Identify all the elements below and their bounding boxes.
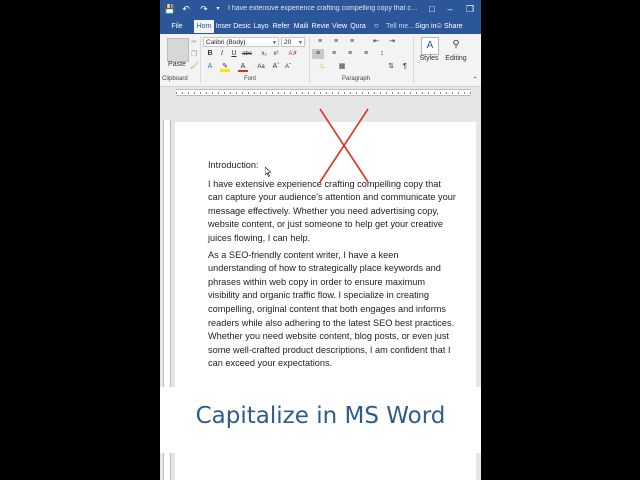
tab-home[interactable]: Hom xyxy=(194,20,214,33)
share-button[interactable]: Share xyxy=(444,20,463,33)
font-color-icon[interactable]: A xyxy=(238,62,248,72)
tab-mailings[interactable]: Maili xyxy=(292,20,310,33)
tab-file[interactable]: File xyxy=(166,20,188,33)
line-spacing-icon[interactable]: ↕ xyxy=(376,49,388,59)
paste-button[interactable]: Paste xyxy=(163,60,191,70)
increase-indent-icon[interactable]: ⇥ xyxy=(386,37,398,47)
document-body[interactable]: Introduction: I have extensive experienc… xyxy=(208,159,456,374)
styles-button[interactable]: Styles xyxy=(416,54,442,64)
ribbon-tabs: File Hom Inser Desic Layo Refer Maili Re… xyxy=(160,19,481,34)
tab-references[interactable]: Refer xyxy=(271,20,291,33)
copy-icon[interactable]: ❐ xyxy=(190,50,198,60)
font-group-label: Font xyxy=(244,76,257,82)
bullets-icon[interactable]: ≡ xyxy=(314,37,326,47)
minimize-icon[interactable]: – xyxy=(442,2,458,16)
clipboard-icon[interactable] xyxy=(167,38,189,62)
font-size-value: 20 xyxy=(284,39,292,46)
window-title: I have extensive experience crafting com… xyxy=(228,5,418,12)
highlight-icon[interactable]: ✎ xyxy=(220,62,230,72)
tab-layout[interactable]: Layo xyxy=(252,20,270,33)
numbering-icon[interactable]: ≡ xyxy=(330,37,342,47)
sort-icon[interactable]: ⇅ xyxy=(386,62,396,72)
caption-banner: Capitalize in MS Word xyxy=(160,387,481,453)
styles-icon[interactable]: A xyxy=(421,37,439,55)
collapse-ribbon-icon[interactable]: ⌃ xyxy=(471,75,479,85)
clipboard-group-label: Clipboard xyxy=(162,76,188,82)
text-effects-icon[interactable]: A xyxy=(206,62,214,72)
grow-font-icon[interactable]: Aˆ xyxy=(272,62,280,72)
strikethrough-icon[interactable]: abc xyxy=(242,49,252,59)
document-paragraph[interactable]: As a SEO-friendly content writer, I have… xyxy=(208,249,456,371)
italic-button[interactable]: I xyxy=(218,49,226,59)
font-name-combo[interactable]: Calibri (Body) ▼ xyxy=(203,37,279,47)
tell-me-search[interactable]: Tell me... xyxy=(386,20,414,33)
separator xyxy=(309,37,310,83)
shrink-font-icon[interactable]: Aˇ xyxy=(284,62,292,72)
font-name-value: Calibri (Body) xyxy=(206,39,246,46)
save-icon[interactable]: 💾 xyxy=(164,3,176,15)
person-icon: ☺ xyxy=(435,21,444,30)
subscript-icon[interactable]: x₂ xyxy=(260,49,268,59)
search-icon[interactable]: ⚲ xyxy=(448,37,464,53)
font-size-combo[interactable]: 20 ▼ xyxy=(281,37,305,47)
lightbulb-icon: ○ xyxy=(374,21,379,30)
horizontal-ruler[interactable] xyxy=(160,87,481,96)
ribbon-home: Paste ✂ ❐ 🖌 Clipboard Calibri (Body) ▼ 20… xyxy=(160,34,481,87)
tab-qura[interactable]: Qura xyxy=(349,20,367,33)
chevron-down-icon: ▼ xyxy=(272,40,277,46)
superscript-icon[interactable]: x² xyxy=(272,49,280,59)
show-formatting-icon[interactable]: ¶ xyxy=(400,62,410,72)
tab-view[interactable]: View xyxy=(331,20,348,33)
justify-icon[interactable]: ≡ xyxy=(360,49,372,59)
separator xyxy=(413,37,414,83)
restore-icon[interactable]: ❐ xyxy=(462,2,478,16)
align-center-icon[interactable]: ≡ xyxy=(328,49,340,59)
align-right-icon[interactable]: ≡ xyxy=(344,49,356,59)
ribbon-options-icon[interactable]: □ xyxy=(424,2,440,16)
caption-text: Capitalize in MS Word xyxy=(195,403,446,429)
red-x-annotation xyxy=(319,108,369,183)
title-bar: 💾 ↶ ↷ ▾ I have extensive experience craf… xyxy=(160,0,481,19)
clear-formatting-icon[interactable]: A✗ xyxy=(288,49,298,59)
redo-icon[interactable]: ↷ xyxy=(198,3,210,15)
tab-insert[interactable]: Inser xyxy=(215,20,232,33)
document-paragraph[interactable]: I have extensive experience crafting com… xyxy=(208,178,456,246)
decrease-indent-icon[interactable]: ⇤ xyxy=(370,37,382,47)
mouse-pointer-icon xyxy=(265,167,271,177)
tab-review[interactable]: Revie xyxy=(311,20,330,33)
underline-button[interactable]: U xyxy=(230,49,238,59)
cut-icon[interactable]: ✂ xyxy=(190,38,198,48)
align-left-icon[interactable]: ≡ xyxy=(312,49,324,59)
bold-button[interactable]: B xyxy=(206,49,214,59)
multilevel-list-icon[interactable]: ≡ xyxy=(346,37,358,47)
format-painter-icon[interactable]: 🖌 xyxy=(190,62,199,72)
customize-qat-icon[interactable]: ▾ xyxy=(212,3,224,15)
tab-design[interactable]: Desic xyxy=(233,20,251,33)
change-case-icon[interactable]: Aa xyxy=(256,62,266,72)
undo-icon[interactable]: ↶ xyxy=(180,3,192,15)
paragraph-group-label: Paragraph xyxy=(342,76,371,82)
separator xyxy=(200,37,201,83)
sign-in-link[interactable]: Sign in xyxy=(415,20,436,33)
borders-icon[interactable]: ▦ xyxy=(336,62,348,72)
chevron-down-icon: ▼ xyxy=(298,40,303,46)
ruler-scale xyxy=(176,89,471,96)
shading-icon[interactable]: ♨ xyxy=(316,62,328,72)
editing-button[interactable]: Editing xyxy=(441,54,471,64)
